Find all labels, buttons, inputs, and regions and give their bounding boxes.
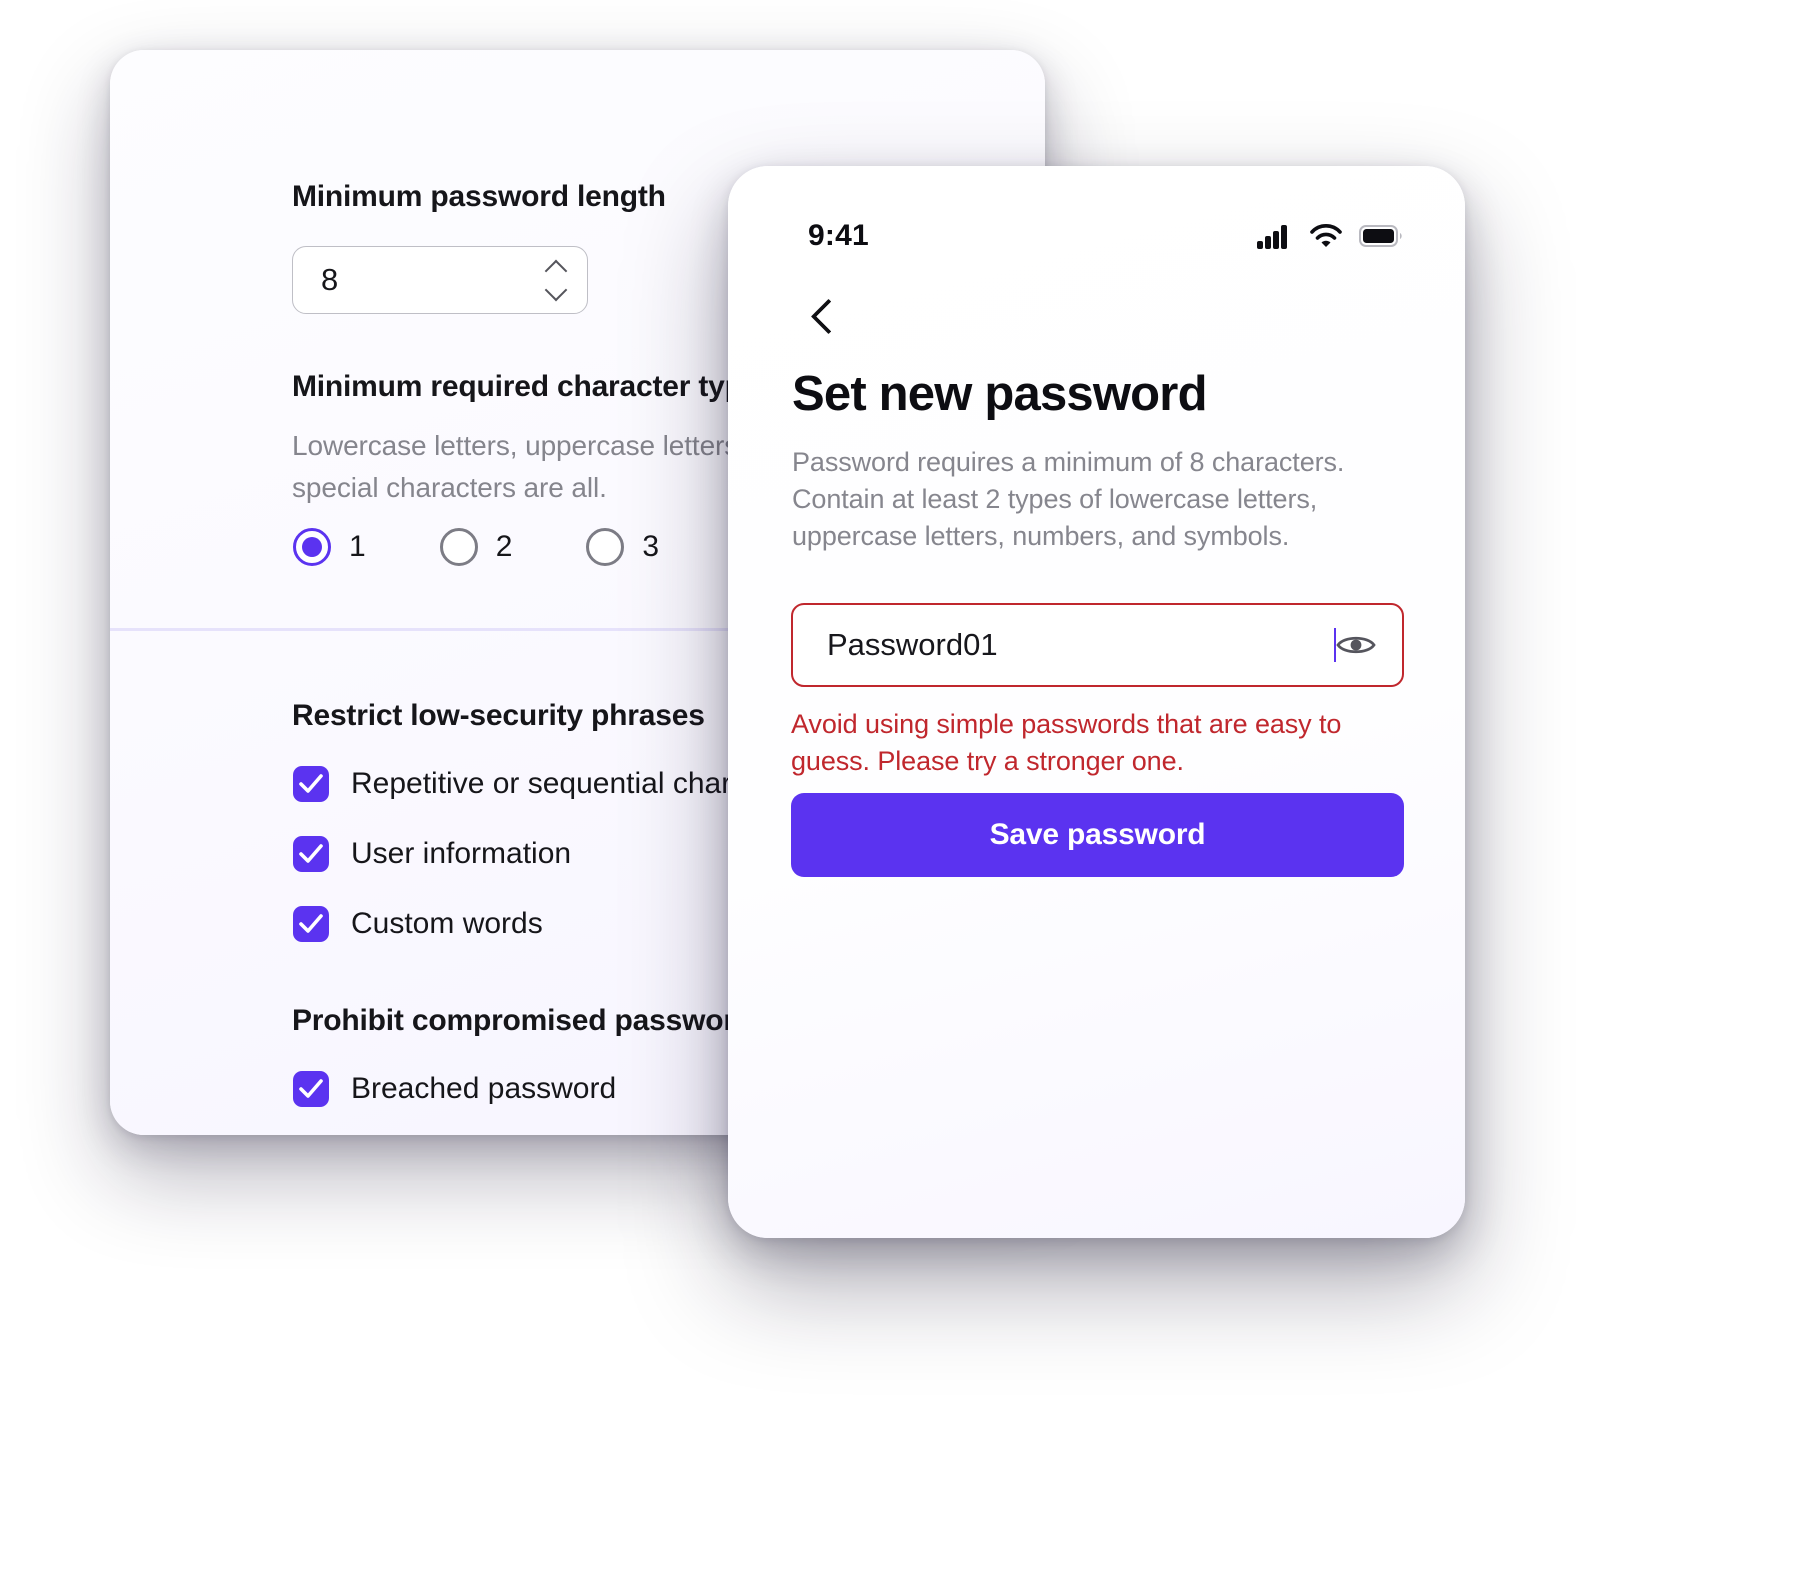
wifi-icon xyxy=(1310,224,1342,247)
min-password-length-label: Minimum password length xyxy=(292,180,666,213)
min-character-types-description-line1: Lowercase letters, uppercase letters, nu xyxy=(292,430,785,461)
radio-dot-icon xyxy=(302,537,322,557)
radio-circle-icon xyxy=(293,528,331,566)
radio-option-1[interactable]: 1 xyxy=(293,528,366,566)
password-error-message: Avoid using simple passwords that are ea… xyxy=(791,709,1342,776)
stepper-arrows xyxy=(525,247,587,313)
checkbox-label-breached-password: Breached password xyxy=(351,1072,617,1105)
eye-icon[interactable] xyxy=(1336,631,1376,659)
prohibit-compromised-password-heading: Prohibit compromised password xyxy=(292,1004,753,1037)
radio-label-2: 2 xyxy=(495,530,513,563)
status-bar-time: 9:41 xyxy=(808,219,869,252)
radio-option-3[interactable]: 3 xyxy=(586,528,659,566)
password-input-value[interactable]: Password01 xyxy=(827,627,1333,663)
min-password-length-value[interactable]: 8 xyxy=(293,262,525,298)
password-input[interactable]: Password01 xyxy=(791,603,1404,687)
password-requirements-text: Password requires a minimum of 8 charact… xyxy=(792,447,1345,551)
min-character-types-label: Minimum required character types xyxy=(292,370,776,403)
checkmark-icon xyxy=(293,836,329,872)
status-bar-icons xyxy=(1257,223,1403,249)
phone-mockup: 9:41 Set new password Password requires … xyxy=(728,166,1465,1238)
radio-circle-icon xyxy=(586,528,625,566)
checkmark-icon xyxy=(293,906,329,942)
checkbox-row-user-information[interactable]: User information xyxy=(293,836,571,872)
radio-option-2[interactable]: 2 xyxy=(439,528,513,566)
phone-status-bar: 9:41 xyxy=(728,212,1465,260)
checkmark-icon xyxy=(293,1071,329,1107)
chevron-down-icon[interactable] xyxy=(545,286,567,298)
battery-icon xyxy=(1359,225,1402,247)
radio-label-3: 3 xyxy=(642,530,660,563)
min-password-length-stepper[interactable]: 8 xyxy=(292,246,588,314)
min-character-types-description-line2: special characters are all. xyxy=(292,472,607,503)
radio-circle-icon xyxy=(439,528,478,566)
back-chevron-icon xyxy=(810,298,832,332)
chevron-up-icon[interactable] xyxy=(545,262,567,274)
radio-label-1: 1 xyxy=(349,530,366,563)
cellular-signal-icon xyxy=(1257,225,1287,249)
back-button[interactable] xyxy=(794,288,848,342)
checkbox-label-custom-words: Custom words xyxy=(351,907,543,940)
checkmark-icon xyxy=(293,766,329,802)
checkbox-row-custom-words[interactable]: Custom words xyxy=(293,906,543,942)
screenshot-stage: Minimum password length 8 Minimum requir… xyxy=(0,0,1803,1575)
restrict-low-security-phrases-heading: Restrict low-security phrases xyxy=(292,699,705,732)
save-password-button[interactable]: Save password xyxy=(791,793,1404,877)
checkbox-label-user-information: User information xyxy=(351,837,572,870)
checkbox-row-breached-password[interactable]: Breached password xyxy=(293,1071,616,1107)
page-title: Set new password xyxy=(792,367,1208,421)
